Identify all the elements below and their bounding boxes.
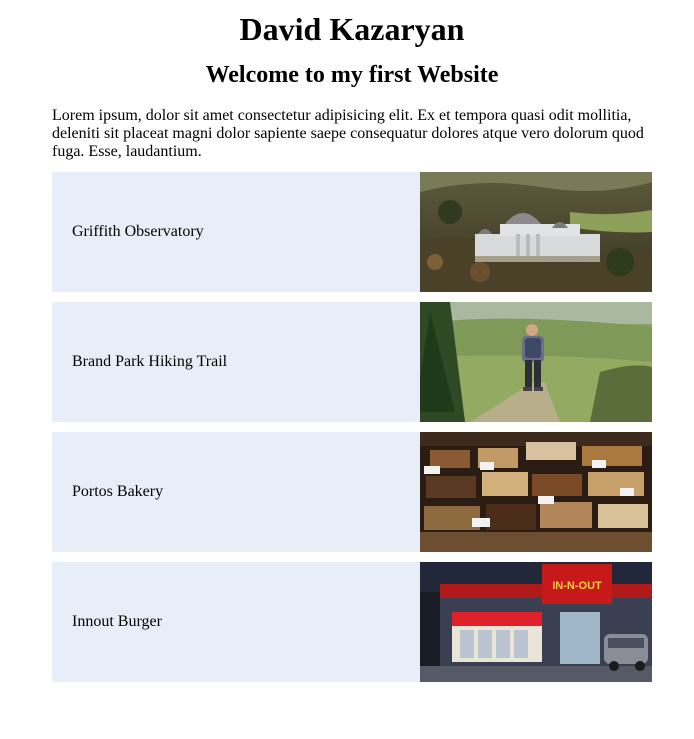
in-n-out-restaurant-image: IN-N-OUT (420, 562, 652, 682)
page-subtitle: Welcome to my first Website (205, 62, 499, 88)
place-card-griffith: Griffith Observatory (52, 172, 652, 292)
griffith-observatory-image (420, 172, 652, 292)
hiking-trail-image (420, 302, 652, 422)
page-title: David Kazaryan (239, 11, 465, 47)
place-card-portos: Portos Bakery (52, 432, 652, 552)
in-n-out-sign: IN-N-OUT (552, 580, 602, 592)
place-card-label: Griffith Observatory (72, 223, 204, 240)
place-card-label: Portos Bakery (72, 483, 164, 500)
place-card-label: Brand Park Hiking Trail (72, 353, 228, 370)
places-list: Griffith Observatory Brand Park Hiking T… (52, 172, 652, 682)
intro-paragraph: Lorem ipsum, dolor sit amet consectetur … (52, 107, 644, 160)
page-content: David Kazaryan Welcome to my first Websi… (52, 0, 652, 692)
place-card-innout: Innout Burger IN-N-OUT (52, 562, 652, 682)
place-card-label: Innout Burger (72, 613, 162, 630)
place-card-brand-park: Brand Park Hiking Trail (52, 302, 652, 422)
bakery-pastries-image (420, 432, 652, 552)
